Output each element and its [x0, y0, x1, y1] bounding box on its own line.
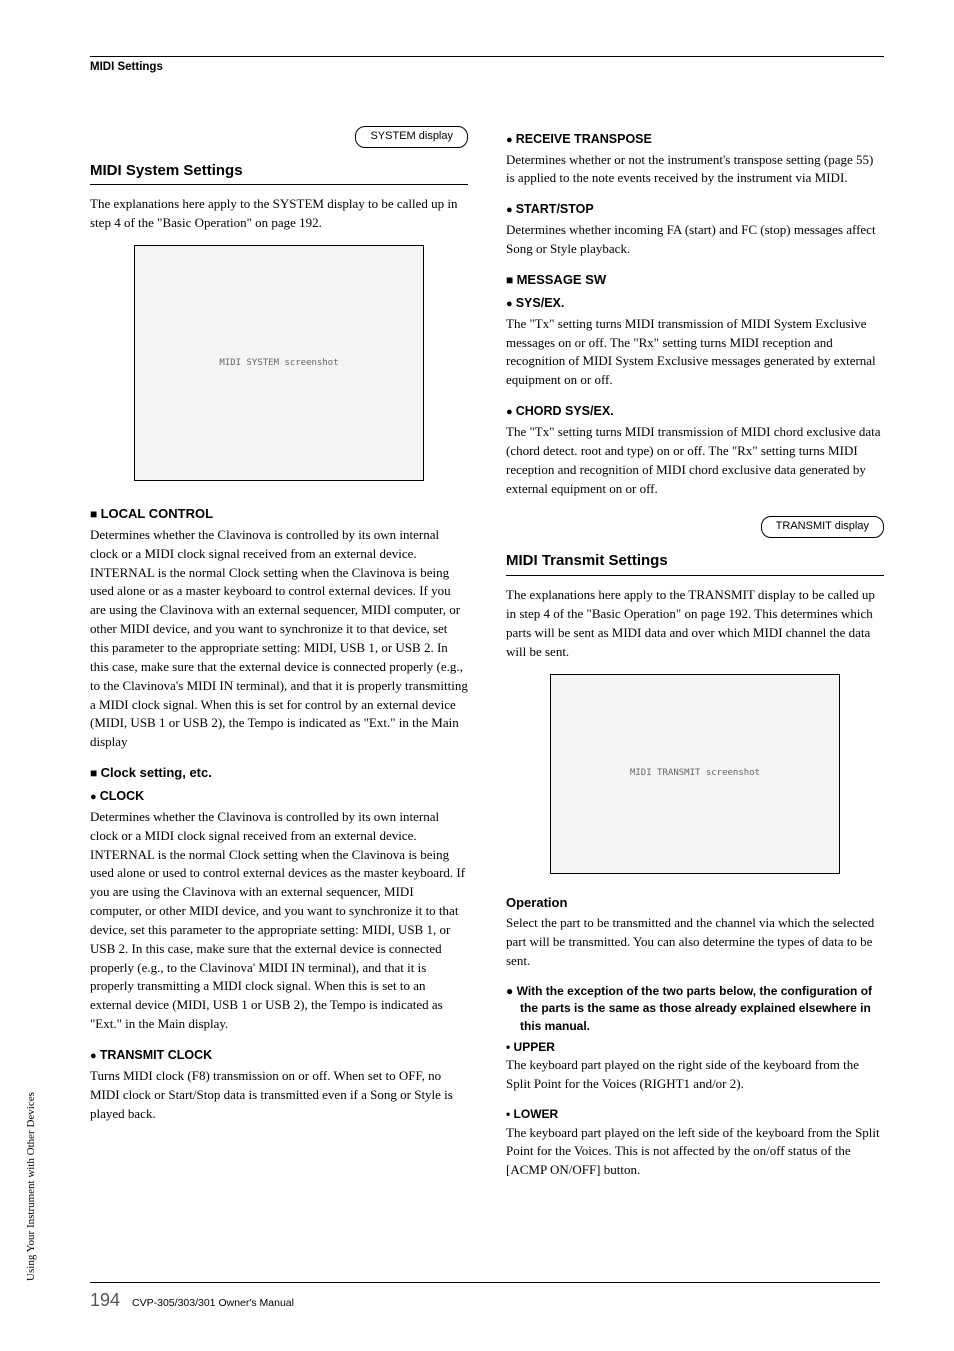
- chord-sysex-body: The "Tx" setting turns MIDI transmission…: [506, 423, 884, 498]
- page-header: MIDI Settings: [90, 59, 884, 76]
- clock-body: Determines whether the Clavinova is cont…: [90, 808, 468, 1034]
- transmit-display-callout: TRANSMIT display: [761, 516, 884, 538]
- left-column: SYSTEM display MIDI System Settings The …: [90, 126, 468, 1192]
- upper-heading: • UPPER: [506, 1039, 884, 1056]
- right-column: RECEIVE TRANSPOSE Determines whether or …: [506, 126, 884, 1192]
- midi-system-settings-heading: MIDI System Settings: [90, 160, 468, 186]
- operation-body: Select the part to be transmitted and th…: [506, 914, 884, 971]
- transmit-clock-heading: TRANSMIT CLOCK: [90, 1046, 468, 1065]
- system-display-callout: SYSTEM display: [355, 126, 468, 148]
- clock-setting-heading: Clock setting, etc.: [90, 764, 468, 783]
- sysex-heading: SYS/EX.: [506, 294, 884, 313]
- exception-note: With the exception of the two parts belo…: [506, 983, 884, 1035]
- start-stop-heading: START/STOP: [506, 200, 884, 219]
- header-rule: [90, 56, 884, 57]
- page-footer: 194 CVP-305/303/301 Owner's Manual: [90, 1282, 880, 1313]
- local-control-body: Determines whether the Clavinova is cont…: [90, 526, 468, 752]
- midi-transmit-settings-heading: MIDI Transmit Settings: [506, 550, 884, 576]
- upper-body: The keyboard part played on the right si…: [506, 1056, 884, 1094]
- clock-heading: CLOCK: [90, 787, 468, 806]
- operation-heading: Operation: [506, 894, 884, 913]
- midi-transmit-screenshot: MIDI TRANSMIT screenshot: [550, 674, 840, 874]
- lower-body: The keyboard part played on the left sid…: [506, 1124, 884, 1181]
- sysex-body: The "Tx" setting turns MIDI transmission…: [506, 315, 884, 390]
- receive-transpose-heading: RECEIVE TRANSPOSE: [506, 130, 884, 149]
- transmit-intro-text: The explanations here apply to the TRANS…: [506, 586, 884, 661]
- chord-sysex-heading: CHORD SYS/EX.: [506, 402, 884, 421]
- manual-title: CVP-305/303/301 Owner's Manual: [132, 1296, 294, 1311]
- message-sw-heading: MESSAGE SW: [506, 271, 884, 290]
- page-number: 194: [90, 1287, 120, 1313]
- sidebar-section-label: Using Your Instrument with Other Devices: [24, 1092, 40, 1281]
- start-stop-body: Determines whether incoming FA (start) a…: [506, 221, 884, 259]
- lower-heading: • LOWER: [506, 1106, 884, 1123]
- receive-transpose-body: Determines whether or not the instrument…: [506, 151, 884, 189]
- midi-system-screenshot: MIDI SYSTEM screenshot: [134, 245, 424, 481]
- transmit-clock-body: Turns MIDI clock (F8) transmission on or…: [90, 1067, 468, 1124]
- local-control-heading: LOCAL CONTROL: [90, 505, 468, 524]
- system-intro-text: The explanations here apply to the SYSTE…: [90, 195, 468, 233]
